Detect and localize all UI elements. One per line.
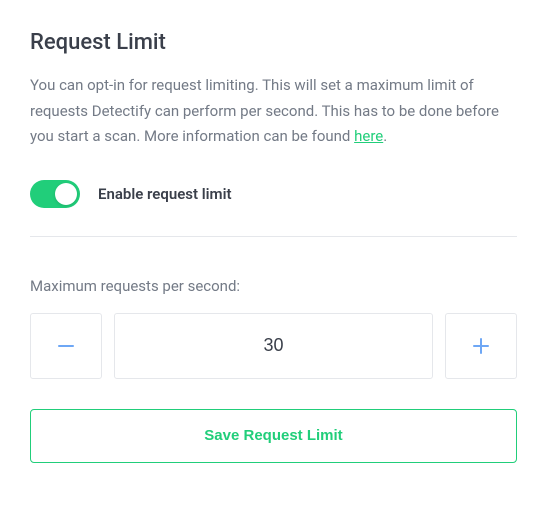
max-requests-input[interactable] [114,313,433,379]
plus-icon [471,336,491,356]
section-divider [30,236,517,237]
toggle-knob [55,183,77,205]
description-text: You can opt-in for request limiting. Thi… [30,73,517,150]
page-title: Request Limit [30,30,517,55]
enable-request-limit-toggle[interactable] [30,180,80,208]
save-request-limit-button[interactable]: Save Request Limit [30,409,517,463]
enable-toggle-row: Enable request limit [30,180,517,208]
decrement-button[interactable] [30,313,102,379]
more-info-link[interactable]: here [354,127,383,145]
minus-icon [56,336,76,356]
description-body: You can opt-in for request limiting. Thi… [30,76,499,145]
enable-toggle-label: Enable request limit [98,185,232,203]
max-requests-label: Maximum requests per second: [30,277,517,295]
description-suffix: . [383,127,387,145]
quantity-stepper [30,313,517,379]
increment-button[interactable] [445,313,517,379]
